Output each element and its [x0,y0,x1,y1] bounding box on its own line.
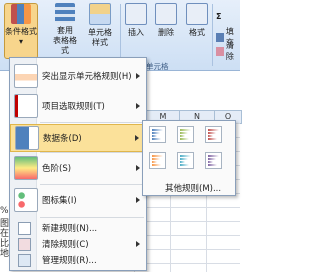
format-button[interactable]: 格式 [184,3,210,38]
other-rules-link[interactable]: 其他规则(M)... [165,182,221,194]
data-bar [152,132,160,134]
delete-icon [155,3,177,25]
cell-styles-button[interactable]: 单元格 样式 [84,3,116,48]
data-bar-swatch[interactable] [205,126,222,143]
data-bar [152,135,157,137]
conditional-format-button[interactable]: 条件格式 ▾ [4,3,38,59]
icon-sets-icon [14,188,38,212]
data-bar [152,129,163,131]
eraser-icon [216,46,224,56]
data-bar [180,164,189,166]
conditional-format-icon [11,4,31,24]
data-bar [180,155,191,157]
chevron-down-icon: ▾ [18,37,23,46]
data-bar [208,158,216,160]
conditional-format-menu: 突出显示单元格规则(H) 项目选取规则(T) 数据条(D) 色阶(S) 图标集(… [9,57,147,271]
table-style-icon [55,3,75,23]
top-ten-icon [14,94,38,118]
data-bar [152,155,163,157]
data-bar [180,161,185,163]
submenu-arrow-icon [136,73,140,79]
delete-button[interactable]: 删除 [152,3,180,38]
data-bar [180,138,189,140]
clear-rules-icon [18,237,31,251]
data-bar [208,138,217,140]
format-icon [186,3,208,25]
data-bar [208,135,213,137]
data-bar [208,161,213,163]
group-label-cells: 单元格 [146,62,169,71]
highlight-cells-icon [14,64,38,88]
data-bar-swatch[interactable] [205,152,222,169]
submenu-arrow-icon [136,165,140,171]
cell-text: 地 [0,249,10,259]
insert-icon [125,3,147,25]
data-bar-swatch[interactable] [149,126,166,143]
data-bar [208,129,219,131]
cell-styles-icon [89,3,111,25]
data-bar [152,158,160,160]
data-bar [208,132,216,134]
menu-item-data-bars[interactable]: 数据条(D) [10,124,146,152]
autosum-button[interactable]: Σ [216,12,221,21]
data-bar-swatch[interactable] [177,152,194,169]
menu-item-new-rule[interactable]: 新建规则(N)... [10,220,146,236]
menu-item-clear-rules[interactable]: 清除规则(C) [10,236,146,252]
menu-item-icon-sets[interactable]: 图标集(I) [10,186,146,214]
submenu-arrow-icon [135,135,139,141]
insert-button[interactable]: 插入 [124,3,148,38]
submenu-arrow-icon [136,241,140,247]
data-bar [208,155,219,157]
submenu-arrow-icon [136,103,140,109]
manage-rules-icon [18,253,31,267]
data-bar-swatch[interactable] [177,126,194,143]
data-bars-submenu: 其他规则(M)... [142,120,236,196]
data-bar [180,135,185,137]
color-scale-icon [14,156,38,180]
menu-item-manage-rules[interactable]: 管理规则(R)... [10,252,146,268]
new-rule-icon [18,221,31,235]
data-bar [180,132,188,134]
data-bar [152,164,161,166]
data-bars-icon [15,126,39,150]
ribbon-divider [212,4,213,66]
submenu-arrow-icon [136,197,140,203]
data-bar [180,129,191,131]
data-bar [152,138,161,140]
data-bar [208,164,217,166]
format-as-table-button[interactable]: 套用 表格格式 [50,3,80,56]
data-bar [152,161,157,163]
data-bar-swatch[interactable] [149,152,166,169]
menu-item-top-bottom-rules[interactable]: 项目选取规则(T) [10,92,146,120]
menu-item-highlight-rules[interactable]: 突出显示单元格规则(H) [10,62,146,90]
menu-item-color-scales[interactable]: 色阶(S) [10,154,146,182]
data-bar [180,158,188,160]
clear-button[interactable]: 清除 [216,40,240,62]
